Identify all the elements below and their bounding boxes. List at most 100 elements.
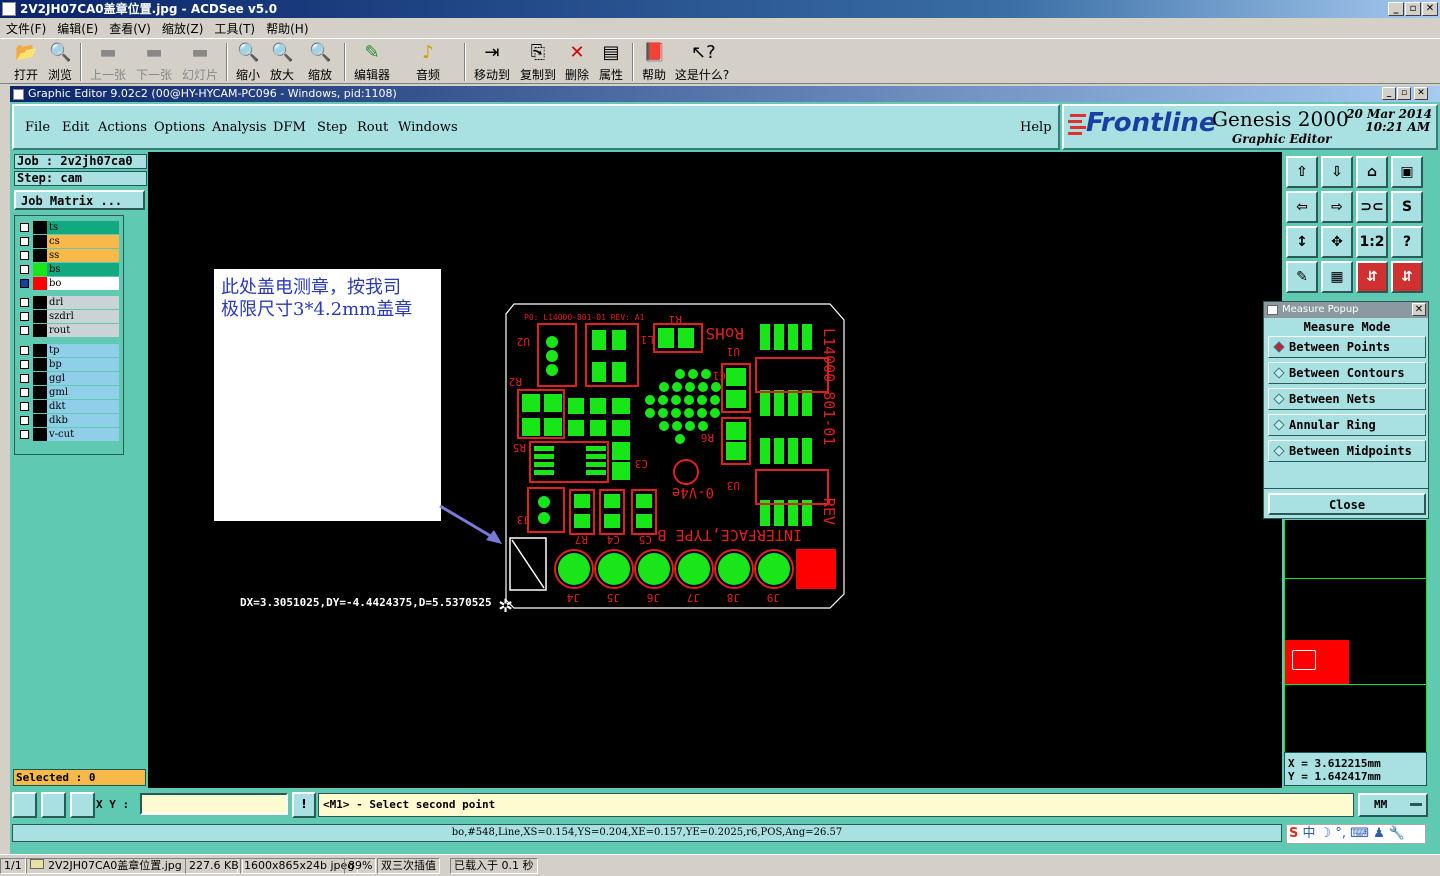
- whats-this-button[interactable]: ↖? 这是什么?: [674, 42, 730, 84]
- next-button[interactable]: ▬ 下一张: [132, 42, 176, 84]
- layer-checkbox[interactable]: [20, 312, 29, 321]
- measure-option-between-contours[interactable]: Between Contours: [1268, 362, 1426, 384]
- ge-menu-file[interactable]: File: [25, 120, 50, 135]
- help-button[interactable]: 📕 帮助: [638, 42, 670, 84]
- measure-option-between-nets[interactable]: Between Nets: [1268, 388, 1426, 410]
- layer-row-cs[interactable]: cs: [17, 235, 121, 248]
- genesis-minimize-icon[interactable]: _: [1382, 87, 1396, 100]
- menu-tools[interactable]: 工具(T): [208, 18, 260, 37]
- one-to-one-icon[interactable]: 1:2: [1356, 226, 1388, 258]
- units-select[interactable]: MM: [1358, 793, 1428, 817]
- menu-view[interactable]: 查看(V): [103, 18, 156, 37]
- layer-checkbox[interactable]: [20, 416, 29, 425]
- delete-button[interactable]: ✕ 删除: [562, 42, 592, 84]
- properties-button[interactable]: ▤ 属性: [596, 42, 626, 84]
- ge-menu-analysis[interactable]: Analysis: [212, 120, 267, 135]
- layer-checkbox[interactable]: [20, 402, 29, 411]
- pan-up-icon[interactable]: ⇧: [1286, 156, 1318, 188]
- net-highlight-icon[interactable]: ⇵: [1356, 261, 1388, 293]
- ge-menu-edit[interactable]: Edit: [62, 120, 89, 135]
- layer-row-bo[interactable]: bo: [17, 277, 121, 290]
- snap-angle-icon[interactable]: [41, 792, 66, 818]
- snap-icon[interactable]: S: [1391, 191, 1423, 223]
- pencil-icon[interactable]: ✎: [1286, 261, 1318, 293]
- slideshow-button[interactable]: ▬ 幻灯片: [178, 42, 222, 84]
- layer-row-bs[interactable]: bs: [17, 263, 121, 276]
- ime-sogou-icon[interactable]: S: [1289, 826, 1298, 841]
- layer-checkbox[interactable]: [20, 298, 29, 307]
- pan-left-icon[interactable]: ⇦: [1286, 191, 1318, 223]
- menu-help[interactable]: 帮助(H): [260, 18, 313, 37]
- layer-row-gml[interactable]: gml: [17, 386, 121, 399]
- prev-button[interactable]: ▬ 上一张: [86, 42, 130, 84]
- menu-zoom[interactable]: 缩放(Z): [156, 18, 209, 37]
- graphic-canvas[interactable]: 此处盖电测章，按我司 极限尺寸3*4.2mm盖章 P0: L14000-801-…: [148, 152, 1282, 788]
- mini-view[interactable]: [1284, 520, 1427, 752]
- zoom-out-button[interactable]: 🔍 缩小: [232, 42, 264, 84]
- ge-menu-step[interactable]: Step: [317, 120, 347, 135]
- layer-checkbox[interactable]: [20, 326, 29, 335]
- grid-snap-icon[interactable]: [70, 792, 95, 818]
- fit-height-icon[interactable]: ↕: [1286, 226, 1318, 258]
- zoom-button[interactable]: 🔍 缩放: [302, 42, 338, 84]
- ge-menu-options[interactable]: Options: [154, 120, 205, 135]
- editor-button[interactable]: ✎ 编辑器: [350, 42, 394, 84]
- ge-menu-dfm[interactable]: DFM: [273, 120, 306, 135]
- ge-menu-rout[interactable]: Rout: [357, 120, 388, 135]
- layer-row-rout[interactable]: rout: [17, 324, 121, 337]
- layer-row-bp[interactable]: bp: [17, 358, 121, 371]
- ime-toolbar[interactable]: S 中 ☽ °, ⌨ ♟ 🔧: [1286, 824, 1426, 844]
- ge-menu-actions[interactable]: Actions: [98, 120, 147, 135]
- layer-checkbox[interactable]: [20, 360, 29, 369]
- layer-row-tp[interactable]: tp: [17, 344, 121, 357]
- open-button[interactable]: 📂 打开: [10, 42, 42, 84]
- layer-checkbox[interactable]: [20, 237, 29, 246]
- layer-row-ss[interactable]: ss: [17, 249, 121, 262]
- net-compare-icon[interactable]: ⇵: [1391, 261, 1423, 293]
- job-matrix-button[interactable]: Job Matrix ...: [14, 190, 145, 210]
- info-icon[interactable]: !: [292, 792, 316, 818]
- layer-checkbox[interactable]: [20, 430, 29, 439]
- layer-row-szdrl[interactable]: szdrl: [17, 310, 121, 323]
- measure-popup-close-icon[interactable]: ✕: [1412, 303, 1426, 316]
- maximize-icon[interactable]: ▫: [1405, 2, 1421, 16]
- layer-checkbox[interactable]: [20, 279, 29, 288]
- layer-checkbox[interactable]: [20, 251, 29, 260]
- layer-row-ts[interactable]: ts: [17, 221, 121, 234]
- menu-edit[interactable]: 编辑(E): [51, 18, 103, 37]
- close-icon[interactable]: ✕: [1422, 2, 1438, 16]
- audio-button[interactable]: ♪ 音频: [412, 42, 444, 84]
- pan-right-icon[interactable]: ⇨: [1321, 191, 1353, 223]
- measure-option-between-points[interactable]: Between Points: [1268, 336, 1426, 358]
- question-icon[interactable]: ?: [1391, 226, 1423, 258]
- layer-row-ggl[interactable]: ggl: [17, 372, 121, 385]
- fit-width-icon[interactable]: ✥: [1321, 226, 1353, 258]
- genesis-close-icon[interactable]: ✕: [1414, 87, 1428, 100]
- home-icon[interactable]: ⌂: [1356, 156, 1388, 188]
- measure-close-button[interactable]: Close: [1268, 493, 1426, 515]
- measure-option-between-midpoints[interactable]: Between Midpoints: [1268, 440, 1426, 462]
- menu-file[interactable]: 文件(F): [0, 18, 51, 37]
- measure-option-annular-ring[interactable]: Annular Ring: [1268, 414, 1426, 436]
- genesis-maximize-icon[interactable]: ▫: [1397, 87, 1411, 100]
- layer-checkbox[interactable]: [20, 388, 29, 397]
- pan-down-icon[interactable]: ⇩: [1321, 156, 1353, 188]
- minimize-icon[interactable]: _: [1388, 2, 1404, 16]
- zoom-fit-icon[interactable]: ⊃⊂: [1356, 191, 1388, 223]
- copy-to-button[interactable]: ⎘ 复制到: [516, 42, 560, 84]
- window-icon[interactable]: ▣: [1391, 156, 1423, 188]
- snap-line-icon[interactable]: [12, 792, 37, 818]
- layer-checkbox[interactable]: [20, 223, 29, 232]
- zoom-in-button[interactable]: 🔍 放大: [266, 42, 298, 84]
- layer-row-dkt[interactable]: dkt: [17, 400, 121, 413]
- layer-row-drl[interactable]: drl: [17, 296, 121, 309]
- layer-checkbox[interactable]: [20, 346, 29, 355]
- xy-input[interactable]: [140, 793, 288, 815]
- ge-menu-windows[interactable]: Windows: [398, 120, 458, 135]
- layer-row-v-cut[interactable]: v-cut: [17, 428, 121, 441]
- layer-row-dkb[interactable]: dkb: [17, 414, 121, 427]
- layer-checkbox[interactable]: [20, 265, 29, 274]
- move-to-button[interactable]: ⇥ 移动到: [470, 42, 514, 84]
- layer-checkbox[interactable]: [20, 374, 29, 383]
- ge-menu-help[interactable]: Help: [1020, 120, 1052, 135]
